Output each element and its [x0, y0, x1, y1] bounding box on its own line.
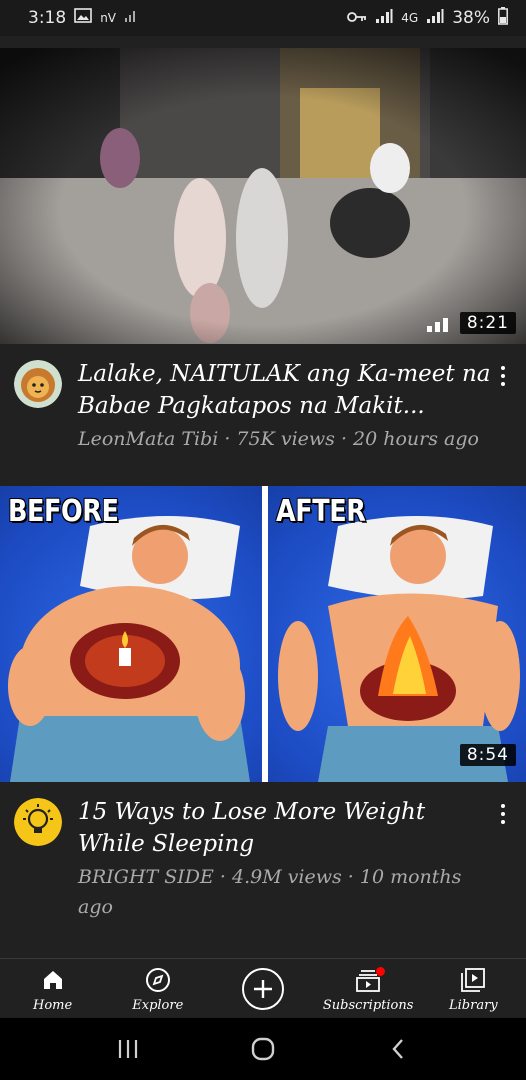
home-circle-icon	[251, 1037, 275, 1061]
status-right: 4G 38%	[347, 6, 508, 30]
more-options-icon[interactable]	[494, 346, 512, 454]
system-navigation	[0, 1018, 526, 1080]
back-button[interactable]	[368, 1029, 428, 1069]
notification-dot	[376, 966, 386, 976]
compass-icon	[145, 965, 171, 995]
nav-subscriptions[interactable]: Subscriptions	[318, 965, 418, 1013]
before-illustration	[8, 516, 250, 782]
lion-avatar-icon[interactable]	[14, 360, 62, 408]
video-thumbnail-2[interactable]: BEFORE AFTER 8:54	[0, 486, 526, 782]
video-info-1[interactable]: Lalake, NAITULAK ang Ka-meet na Babae Pa…	[0, 346, 526, 454]
signal-icon	[375, 8, 393, 29]
lightbulb-avatar-icon[interactable]	[14, 798, 62, 846]
gallery-icon	[74, 8, 92, 28]
signal-icon-2	[426, 8, 444, 29]
before-panel: BEFORE	[0, 486, 262, 782]
key-icon	[347, 8, 367, 28]
top-spacer	[0, 36, 526, 48]
battery-percent: 38%	[452, 8, 490, 28]
video-duration: 8:21	[459, 312, 516, 334]
video-thumbnail-1[interactable]: 8:21	[0, 48, 526, 344]
nav-create[interactable]	[213, 967, 313, 1010]
before-label: BEFORE	[8, 494, 119, 529]
nav-label: Library	[449, 997, 498, 1013]
more-options-icon[interactable]	[494, 784, 512, 922]
status-left-extra: nV	[100, 11, 117, 25]
home-button[interactable]	[233, 1029, 293, 1069]
recents-icon	[118, 1040, 137, 1058]
video-title[interactable]: Lalake, NAITULAK ang Ka-meet na Babae Pa…	[78, 358, 494, 422]
video-meta: LeonMata Tibi · 75K views · 20 hours ago	[78, 428, 479, 450]
add-icon	[241, 967, 284, 1010]
recents-button[interactable]	[98, 1029, 158, 1069]
after-illustration	[278, 516, 520, 782]
network-type: 4G	[401, 11, 419, 25]
battery-icon	[498, 6, 508, 30]
nav-label: Explore	[132, 997, 184, 1013]
video-text-2: 15 Ways to Lose More Weight While Sleepi…	[78, 784, 494, 922]
library-icon	[460, 965, 486, 995]
signal-small-icon	[124, 8, 138, 28]
video-text-1: Lalake, NAITULAK ang Ka-meet na Babae Pa…	[78, 346, 494, 454]
after-panel: AFTER	[268, 486, 526, 782]
video-title[interactable]: 15 Ways to Lose More Weight While Sleepi…	[78, 796, 494, 860]
nav-home[interactable]: Home	[3, 965, 103, 1013]
back-icon	[392, 1039, 404, 1059]
nav-label: Home	[33, 997, 73, 1013]
nav-library[interactable]: Library	[423, 965, 523, 1013]
video-info-2[interactable]: 15 Ways to Lose More Weight While Sleepi…	[0, 784, 526, 922]
home-icon	[41, 965, 65, 995]
video-duration: 8:54	[459, 744, 516, 766]
status-left: 3:18 nV	[28, 8, 138, 28]
status-bar: 3:18 nV 4G 38%	[0, 0, 526, 36]
after-label: AFTER	[276, 494, 366, 529]
status-time: 3:18	[28, 8, 67, 28]
nav-label: Subscriptions	[322, 997, 414, 1013]
bottom-navigation: Home Explore Subscriptions Library	[0, 958, 526, 1018]
video-meta: BRIGHT SIDE · 4.9M views · 10 months ago	[78, 866, 462, 918]
nav-explore[interactable]: Explore	[108, 965, 208, 1013]
street-scene-image	[0, 48, 526, 344]
signal-bars-icon	[427, 318, 448, 332]
